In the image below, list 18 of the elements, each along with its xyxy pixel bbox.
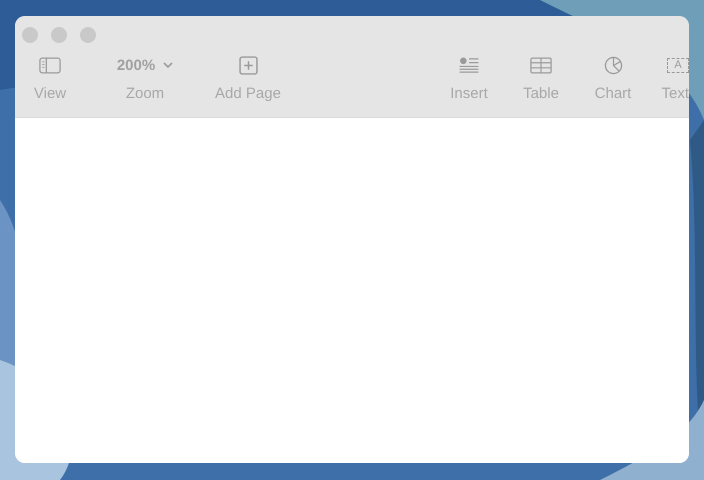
table-icon[interactable] [530,56,552,74]
toolbar-label: Table [523,85,559,102]
window-control[interactable] [80,27,96,43]
zoom-dropdown[interactable]: 200% [116,56,174,74]
toolbar-label: Insert [450,85,488,102]
text-box-icon[interactable]: A [667,58,689,72]
chevron-icon [163,62,174,68]
pie-chart-icon[interactable] [604,56,622,74]
toolbar-label: Text [661,85,689,102]
sidebar-icon[interactable] [39,56,61,74]
window-control[interactable] [51,27,67,43]
toolbar-label: Zoom [126,85,164,102]
add-page-icon[interactable] [238,56,258,74]
toolbar-label: Add Page [215,85,281,102]
toolbar-label: Chart [594,85,632,102]
insert-icon[interactable] [458,56,480,74]
toolbar-label: View [34,85,66,102]
window-control[interactable] [22,27,38,43]
